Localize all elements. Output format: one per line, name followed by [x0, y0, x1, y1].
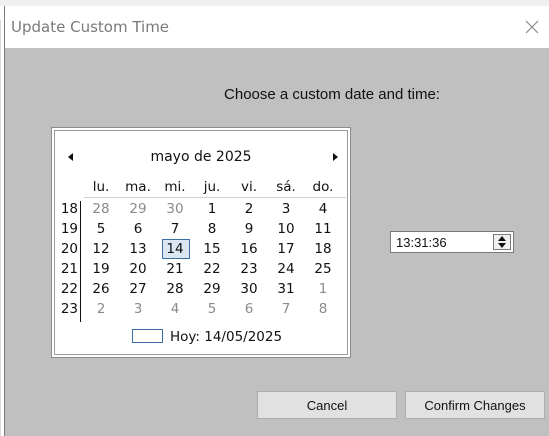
week-number: 22 [60, 281, 78, 297]
weekday-header: lu. [92, 179, 110, 195]
calendar-day[interactable]: 26 [86, 280, 116, 298]
calendar-day-other-month[interactable]: 29 [123, 200, 153, 218]
calendar-day[interactable]: 6 [123, 220, 153, 238]
weekday-header: vi. [240, 179, 258, 195]
spin-down-icon [498, 243, 506, 248]
calendar-day[interactable]: 9 [234, 220, 264, 238]
calendar-day-other-month[interactable]: 2 [86, 300, 116, 318]
calendar-day[interactable]: 25 [308, 260, 338, 278]
time-spinner[interactable] [493, 234, 511, 250]
calendar-day[interactable]: 22 [197, 260, 227, 278]
calendar-day[interactable]: 23 [234, 260, 264, 278]
calendar-day[interactable]: 15 [197, 240, 227, 258]
prompt-label: Choose a custom date and time: [224, 86, 440, 103]
week-number: 20 [60, 241, 78, 257]
week-row: 20 12 13 14 15 16 17 18 [52, 239, 350, 259]
weekday-header: mi. [164, 179, 186, 195]
calendar-day-other-month[interactable]: 28 [86, 200, 116, 218]
calendar-day[interactable]: 17 [271, 240, 301, 258]
calendar-day[interactable]: 16 [234, 240, 264, 258]
calendar-day-other-month[interactable]: 3 [123, 300, 153, 318]
calendar-day[interactable]: 19 [86, 260, 116, 278]
calendar-day[interactable]: 12 [86, 240, 116, 258]
calendar-day-other-month[interactable]: 5 [197, 300, 227, 318]
weekday-header: sá. [276, 179, 296, 195]
week-row: 23 2 3 4 5 6 7 8 [52, 300, 350, 318]
week-number: 21 [60, 261, 78, 277]
spin-down-button[interactable] [494, 242, 510, 249]
calendar-day[interactable]: 14 [160, 240, 190, 258]
weekday-header: ma. [125, 179, 151, 195]
weekday-header-row: lu. ma. mi. ju. vi. sá. do. [52, 178, 350, 196]
calendar-day-other-month[interactable]: 4 [160, 300, 190, 318]
time-picker[interactable]: 13:31:36 [390, 231, 514, 253]
close-icon [525, 20, 539, 34]
calendar-day-other-month[interactable]: 8 [308, 300, 338, 318]
calendar-day[interactable]: 24 [271, 260, 301, 278]
calendar-day[interactable]: 8 [197, 220, 227, 238]
next-month-button[interactable] [328, 150, 342, 164]
calendar-day[interactable]: 10 [271, 220, 301, 238]
calendar-day[interactable]: 31 [271, 280, 301, 298]
window-title: Update Custom Time [11, 18, 170, 36]
calendar-day[interactable]: 3 [271, 200, 301, 218]
spin-up-icon [498, 236, 506, 241]
cancel-button[interactable]: Cancel [257, 391, 397, 419]
confirm-changes-button[interactable]: Confirm Changes [405, 391, 545, 419]
weekday-header: ju. [203, 179, 221, 195]
calendar-day[interactable]: 1 [197, 200, 227, 218]
title-bar: Update Custom Time [5, 6, 549, 48]
calendar-day[interactable]: 27 [123, 280, 153, 298]
spin-up-button[interactable] [494, 235, 510, 242]
calendar-day[interactable]: 2 [234, 200, 264, 218]
today-swatch [132, 329, 163, 343]
week-number: 23 [60, 301, 78, 317]
weekday-header: do. [312, 179, 334, 195]
week-row: 21 19 20 21 22 23 24 25 [52, 260, 350, 278]
calendar-day[interactable]: 5 [86, 220, 116, 238]
week-row: 18 28 29 30 1 2 3 4 [52, 200, 350, 218]
calendar-day[interactable]: 21 [160, 260, 190, 278]
calendar-day[interactable]: 29 [197, 280, 227, 298]
calendar-day[interactable]: 30 [234, 280, 264, 298]
calendar-day-other-month[interactable]: 1 [308, 280, 338, 298]
close-button[interactable] [517, 10, 547, 44]
header-divider [84, 197, 346, 198]
calendar-day[interactable]: 11 [308, 220, 338, 238]
calendar-day-other-month[interactable]: 7 [271, 300, 301, 318]
calendar-day[interactable]: 4 [308, 200, 338, 218]
week-number: 19 [60, 221, 78, 237]
update-custom-time-dialog: Update Custom Time Choose a custom date … [4, 6, 549, 436]
calendar-day[interactable]: 20 [123, 260, 153, 278]
month-title: mayo de 2025 [150, 149, 252, 165]
time-value[interactable]: 13:31:36 [396, 235, 447, 250]
week-number: 18 [60, 201, 78, 217]
calendar-day-other-month[interactable]: 30 [160, 200, 190, 218]
today-label: Hoy: 14/05/2025 [170, 329, 283, 345]
week-row: 19 5 6 7 8 9 10 11 [52, 220, 350, 238]
background-edge [0, 20, 1, 436]
calendar-day[interactable]: 18 [308, 240, 338, 258]
month-calendar[interactable]: mayo de 2025 lu. ma. mi. ju. vi. sá. do. 18 28 2… [51, 127, 351, 358]
week-row: 22 26 27 28 29 30 31 1 [52, 280, 350, 298]
chevron-right-icon [333, 153, 338, 161]
calendar-day[interactable]: 7 [160, 220, 190, 238]
calendar-day[interactable]: 28 [160, 280, 190, 298]
calendar-day[interactable]: 13 [123, 240, 153, 258]
calendar-day-other-month[interactable]: 6 [234, 300, 264, 318]
